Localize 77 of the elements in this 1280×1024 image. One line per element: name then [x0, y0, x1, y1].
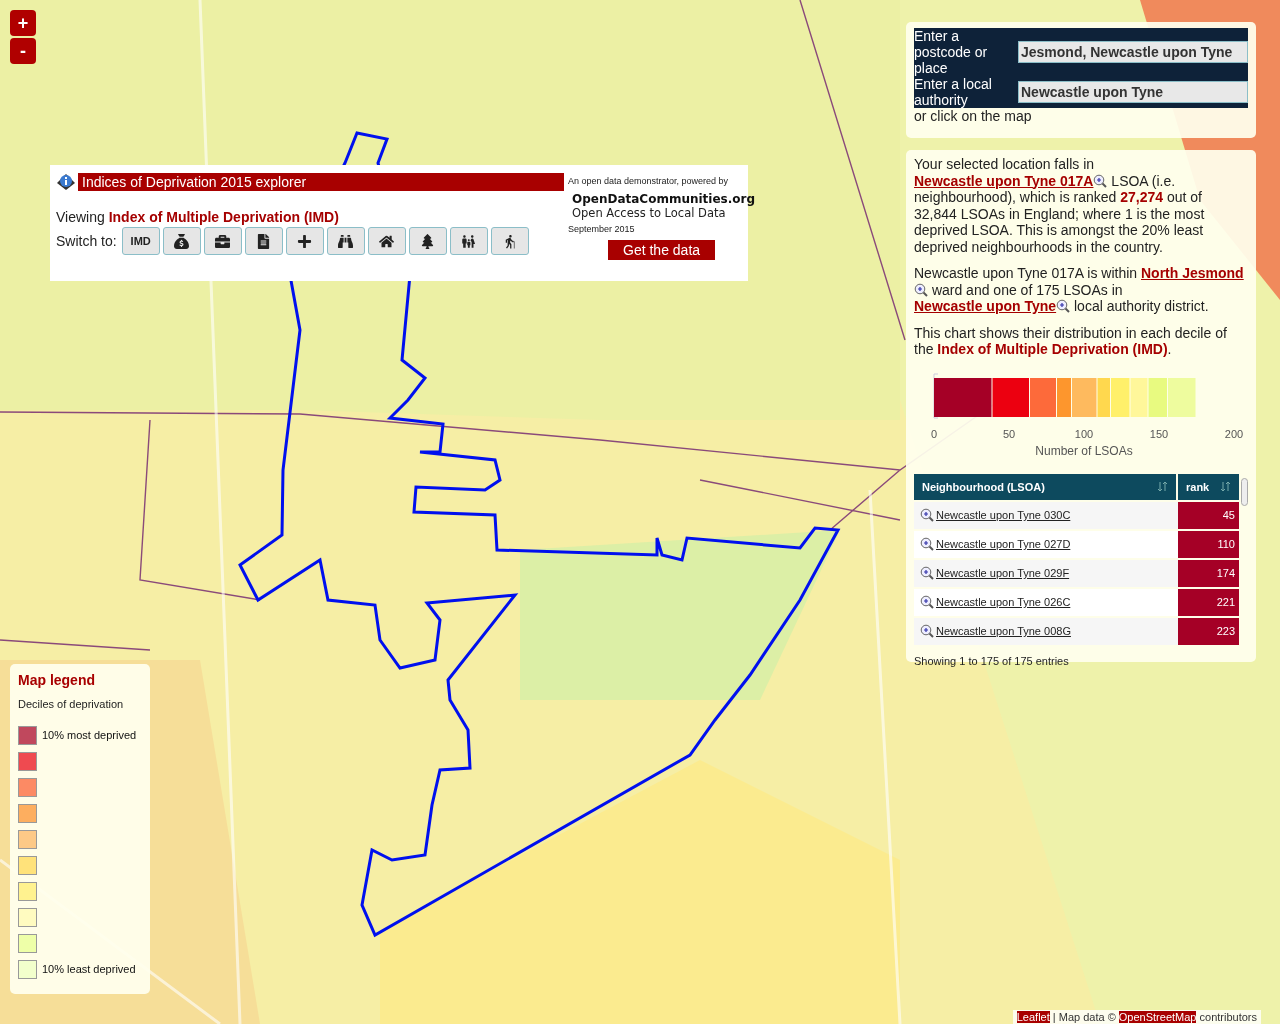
domain-button[interactable]: IMD: [121, 227, 160, 255]
scrollbar-thumb[interactable]: [1241, 477, 1248, 506]
attribution-link[interactable]: Leaflet: [1016, 1011, 1050, 1023]
place-link[interactable]: North Jesmond: [1141, 265, 1244, 281]
attribution-link[interactable]: OpenStreetMap: [1118, 1011, 1197, 1023]
plus-icon: [297, 233, 313, 249]
briefcase-icon: [215, 233, 231, 249]
domain-button[interactable]: [408, 227, 447, 255]
authority-input[interactable]: Newcastle upon Tyne: [1018, 81, 1248, 103]
rank-cell: 221: [1178, 588, 1239, 616]
zoom-in-icon[interactable]: [920, 537, 934, 551]
rank-cell: 223: [1178, 617, 1239, 645]
sort-icon: [1221, 481, 1231, 492]
rank-cell: 110: [1178, 530, 1239, 558]
domain-button[interactable]: [285, 227, 324, 255]
axis-title: Number of LSOAs: [1035, 443, 1133, 458]
rank-cell: 45: [1178, 501, 1239, 529]
column-header[interactable]: rank: [1178, 473, 1239, 500]
field-label: Enter a local authority: [914, 76, 993, 108]
zoom-in-icon[interactable]: [920, 508, 934, 522]
powered-by-text: An open data demonstrator, powered by: [568, 176, 730, 186]
axis-tick-label: 50: [1002, 427, 1016, 440]
get-data-button[interactable]: Get the data: [608, 240, 716, 260]
place-input[interactable]: Jesmond, Newcastle upon Tyne: [1018, 41, 1248, 63]
domain-button[interactable]: [490, 227, 529, 255]
zoom-in-button[interactable]: +: [10, 10, 36, 36]
money-bag-icon: [174, 233, 190, 249]
info-paragraph: Newcastle upon Tyne 017A is within North Jesmond ward and one of 175 LSOAs in Newcastle upon Tyne local authority district.: [914, 265, 1245, 315]
column-header[interactable]: Neighbourhood (LSOA): [914, 473, 1176, 500]
domain-button[interactable]: [203, 227, 242, 255]
axis-tick-label: 200: [1224, 427, 1244, 440]
field-label: Enter a postcode or place: [914, 28, 989, 76]
viewing-label: Viewing Index of Multiple Deprivation (IMD): [56, 209, 340, 225]
binoculars-icon: [338, 233, 354, 249]
zoom-in-icon[interactable]: [1093, 173, 1108, 188]
neighbourhood-link[interactable]: Newcastle upon Tyne 008G: [914, 617, 1176, 645]
zoom-in-icon[interactable]: [920, 566, 934, 580]
app-title: Indices of Deprivation 2015 explorer: [78, 173, 564, 191]
axis-tick-label: 0: [930, 427, 938, 440]
map-hint: or click on the map: [914, 108, 1033, 124]
legend-subtitle: Deciles of deprivation: [18, 698, 125, 710]
rank-cell: 174: [1178, 559, 1239, 587]
zoom-in-icon[interactable]: [920, 624, 934, 638]
domain-button[interactable]: [326, 227, 365, 255]
tree-icon: [420, 233, 436, 249]
sort-icon: [1158, 481, 1168, 492]
place-link[interactable]: Newcastle upon Tyne: [914, 298, 1057, 314]
house-icon: [379, 233, 395, 249]
brand-tagline: Open Access to Local Data: [571, 206, 727, 220]
axis-tick-label: 100: [1074, 427, 1094, 440]
zoom-out-button[interactable]: -: [10, 38, 36, 64]
switch-label: Switch to:: [56, 233, 117, 249]
info-paragraph: Your selected location falls in Newcastle upon Tyne 017A LSOA (i.e. neighbourhood), which is ranked 27,274 out of 32,844 LSOAs in England; where 1 is the most deprived LSOA. This is amongst the 20% least deprived neighbourhoods in the country.: [914, 156, 1206, 255]
family-icon: [461, 233, 477, 249]
axis-tick-label: 150: [1149, 427, 1169, 440]
domain-button[interactable]: [244, 227, 283, 255]
info-paragraph: This chart shows their distribution in each decile of the Index of Multiple Deprivation (IMD).: [914, 324, 1228, 358]
neighbourhood-link[interactable]: Newcastle upon Tyne 026C: [914, 588, 1176, 616]
zoom-in-icon[interactable]: [920, 595, 934, 609]
zoom-in-icon[interactable]: [1056, 299, 1071, 313]
notebook-icon: [256, 233, 272, 249]
brand-name: OpenDataCommunities.org: [571, 192, 756, 206]
legend-title: Map legend: [18, 672, 96, 688]
zoom-in-icon[interactable]: [914, 282, 928, 297]
neighbourhood-link[interactable]: Newcastle upon Tyne 027D: [914, 530, 1176, 558]
neighbourhood-link[interactable]: Newcastle upon Tyne 030C: [914, 501, 1176, 529]
neighbourhood-link[interactable]: Newcastle upon Tyne 029F: [914, 559, 1176, 587]
table-footer: Showing 1 to 175 of 175 entries: [914, 654, 1248, 667]
attribution: Leaflet | Map data © OpenStreetMap contributors: [1012, 1010, 1261, 1024]
info-icon: [56, 173, 76, 191]
domain-button[interactable]: [162, 227, 201, 255]
legend-label: 10% least deprived: [42, 963, 136, 975]
domain-button[interactable]: [367, 227, 406, 255]
date-text: September 2015: [568, 224, 636, 234]
place-link[interactable]: Newcastle upon Tyne 017A: [914, 172, 1094, 189]
domain-button[interactable]: [449, 227, 488, 255]
legend-label: 10% most deprived: [42, 729, 137, 741]
